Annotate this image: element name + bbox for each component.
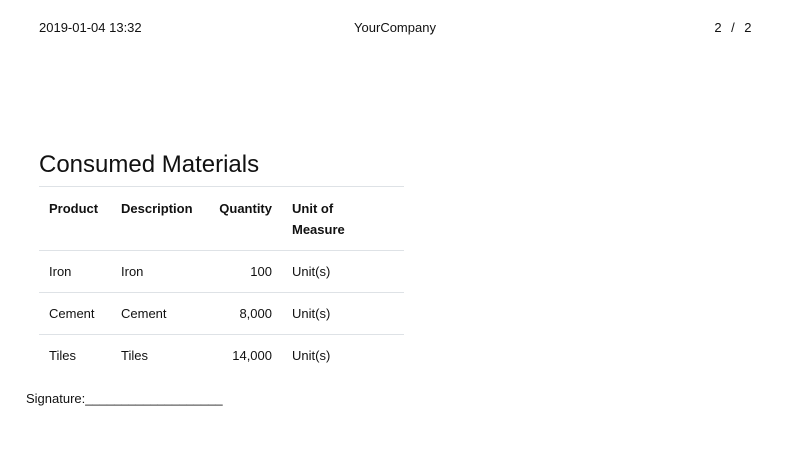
cell-uom: Unit(s)	[282, 250, 404, 293]
cell-quantity: 100	[206, 250, 282, 293]
table-row: Iron Iron 100 Unit(s)	[39, 250, 404, 293]
page-current: 2	[714, 20, 723, 35]
page-number: 2 / 2	[714, 20, 752, 35]
table-row: Cement Cement 8,000 Unit(s)	[39, 292, 404, 335]
table-row: Tiles Tiles 14,000 Unit(s)	[39, 334, 404, 376]
column-header-unit-of-measure: Unit of Measure	[282, 186, 404, 251]
company-name: YourCompany	[354, 20, 436, 35]
cell-quantity: 8,000	[206, 292, 282, 335]
signature-line: Signature:___________________	[26, 391, 223, 406]
cell-product: Tiles	[39, 334, 111, 376]
consumed-materials-table: Product Description Quantity Unit of Meas…	[39, 186, 404, 376]
cell-description: Cement	[111, 292, 206, 335]
cell-uom: Unit(s)	[282, 292, 404, 335]
cell-product: Cement	[39, 292, 111, 335]
cell-description: Tiles	[111, 334, 206, 376]
uom-header-line2: Measure	[292, 222, 345, 237]
section-title: Consumed Materials	[39, 151, 260, 178]
column-header-quantity: Quantity	[206, 186, 282, 251]
cell-description: Iron	[111, 250, 206, 293]
cell-quantity: 14,000	[206, 334, 282, 376]
column-header-product: Product	[39, 186, 111, 251]
table-header-row: Product Description Quantity Unit of Meas…	[39, 186, 404, 251]
column-header-description: Description	[111, 186, 206, 251]
cell-uom: Unit(s)	[282, 334, 404, 376]
page-separator: /	[731, 20, 736, 35]
uom-header-line1: Unit of	[292, 201, 334, 216]
page-total: 2	[744, 20, 752, 35]
cell-product: Iron	[39, 250, 111, 293]
